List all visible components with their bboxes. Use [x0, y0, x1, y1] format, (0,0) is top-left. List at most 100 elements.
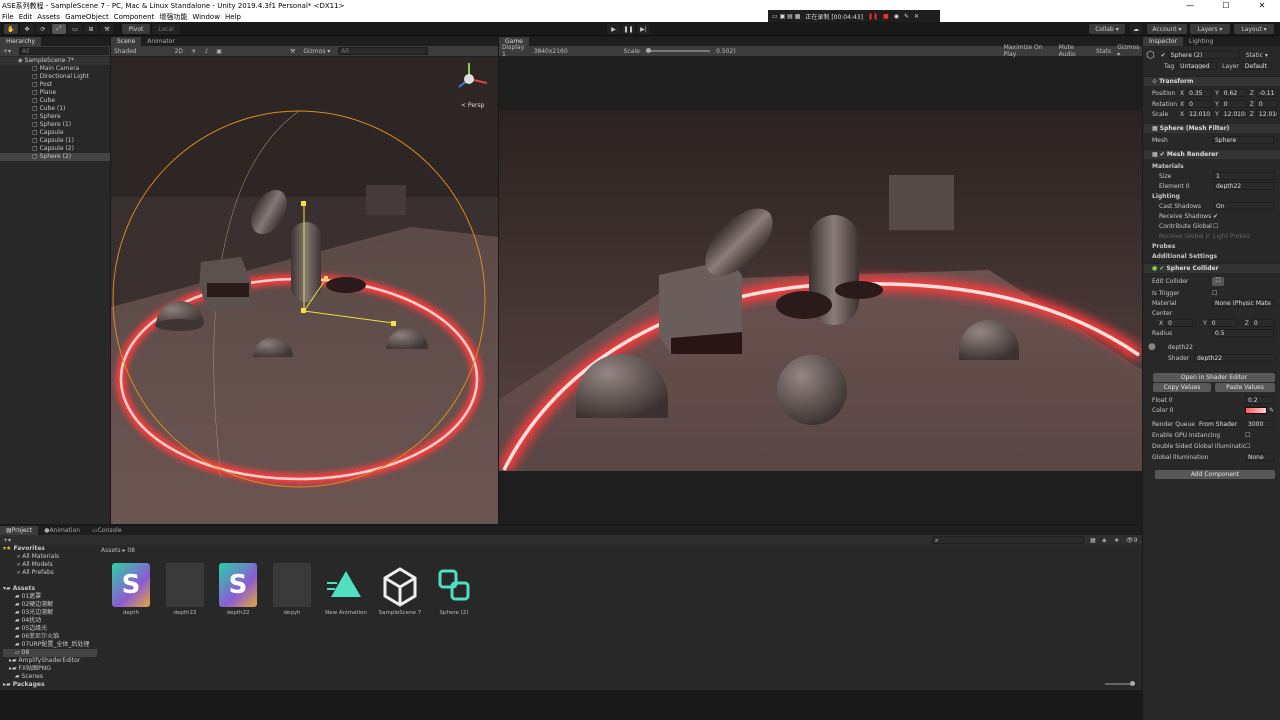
folder-item[interactable]: ▸▰ AmplifyShaderEditor	[3, 657, 97, 665]
persp-label[interactable]: < Persp	[461, 102, 484, 109]
cast-shadows-dropdown[interactable]: On	[1213, 202, 1275, 210]
icon-size-slider[interactable]	[1105, 681, 1135, 686]
maximize-on-play[interactable]: Maximize On Play	[1004, 44, 1053, 58]
center-x[interactable]: 0	[1165, 319, 1194, 327]
pos-z[interactable]: -0.11	[1255, 89, 1278, 97]
rotate-tool-icon[interactable]: ⟳	[36, 24, 50, 34]
mesh-filter-header[interactable]: ▦ Sphere (Mesh Filter)	[1144, 123, 1280, 133]
contribute-gi-checkbox[interactable]: ☐	[1213, 223, 1218, 230]
tab-inspector[interactable]: Inspector	[1143, 37, 1183, 46]
folder-item[interactable]: ▰ 06菲尼尔火焰	[3, 633, 97, 641]
mute-audio[interactable]: Mute Audio	[1059, 44, 1090, 58]
filter-type-icon[interactable]: ▦	[1090, 537, 1096, 544]
menu-help[interactable]: Help	[225, 13, 241, 21]
hierarchy-item[interactable]: ▢ Plane	[0, 89, 110, 97]
pos-x[interactable]: 0.35	[1186, 89, 1213, 97]
scale-tool-icon[interactable]: ⤢	[52, 24, 66, 34]
step-button[interactable]: ▶|	[637, 24, 650, 34]
active-checkbox[interactable]: ✔	[1161, 52, 1166, 59]
folder-item[interactable]: ▰ 03光边溶解	[3, 609, 97, 617]
folder-item[interactable]: ▰ 02硬边溶解	[3, 601, 97, 609]
folder-item[interactable]: ▰ Scenes	[3, 673, 97, 681]
shading-dropdown[interactable]: Shaded	[114, 48, 137, 55]
hierarchy-item[interactable]: ▢ Sphere (1)	[0, 121, 110, 129]
camera-icon[interactable]: ◉	[894, 13, 899, 20]
folder-item[interactable]: ▰ 05边缘光	[3, 625, 97, 633]
2d-toggle[interactable]: 2D	[175, 48, 183, 55]
effects-icon[interactable]: ▣	[216, 48, 222, 55]
hierarchy-item[interactable]: ▢ Capsule	[0, 129, 110, 137]
pivot-toggle[interactable]: Pivot	[122, 24, 150, 34]
scene-root[interactable]: ◈ SampleScene 7*	[0, 57, 110, 65]
folder-item[interactable]: ▰ 07URP配置_全体_后处理	[3, 641, 97, 649]
asset-sphere2-prefab[interactable]: Sphere (2)	[429, 563, 479, 616]
play-button[interactable]: ▶	[607, 24, 620, 34]
mesh-renderer-header[interactable]: ▦ ✔ Mesh Renderer	[1144, 149, 1280, 159]
copy-values-button[interactable]: Copy Values	[1153, 383, 1211, 392]
add-icon[interactable]: +▾	[3, 48, 11, 55]
center-y[interactable]: 0	[1208, 319, 1237, 327]
menu-window[interactable]: Window	[192, 13, 220, 21]
favorite-item[interactable]: ⌕ All Prefabs	[3, 569, 97, 577]
color0-swatch[interactable]	[1245, 406, 1267, 414]
hierarchy-item[interactable]: ▢ Main Camera	[0, 65, 110, 73]
minimize-button[interactable]: —	[1172, 0, 1208, 11]
breadcrumb-08[interactable]: 08	[127, 547, 135, 554]
gi-dropdown[interactable]: None	[1245, 453, 1275, 461]
scene-gizmos-dropdown[interactable]: Gizmos ▾	[303, 48, 330, 55]
physic-material-field[interactable]: None (Physic Mate	[1212, 299, 1274, 307]
radius-field[interactable]: 0.5	[1212, 329, 1274, 337]
breadcrumb-assets[interactable]: Assets	[101, 547, 121, 554]
pen-icon[interactable]: ✎	[904, 13, 909, 20]
hierarchy-item[interactable]: ▢ Cube	[0, 97, 110, 105]
probes-foldout[interactable]: Probes	[1152, 241, 1175, 251]
asset-depth22-shader[interactable]: S depth22	[213, 563, 263, 616]
hierarchy-item-selected[interactable]: ▢ Sphere (2)	[0, 153, 110, 161]
tab-project[interactable]: ▤ Project	[0, 526, 39, 535]
packages-foldout[interactable]: ▸▰ Packages	[3, 681, 97, 689]
layers-dropdown[interactable]: Layers ▾	[1190, 24, 1230, 34]
scale-x[interactable]: 12.010:	[1186, 110, 1213, 118]
hierarchy-item[interactable]: ▢ Cube (1)	[0, 105, 110, 113]
hierarchy-item[interactable]: ▢ Directional Light	[0, 73, 110, 81]
open-shader-editor-button[interactable]: Open in Shader Editor	[1153, 373, 1275, 382]
hierarchy-item[interactable]: ▢ Sphere	[0, 113, 110, 121]
maximize-button[interactable]: ☐	[1208, 0, 1244, 11]
display-dropdown[interactable]: Display 1	[502, 44, 528, 58]
gpu-instancing-checkbox[interactable]: ☐	[1245, 432, 1250, 439]
hierarchy-item[interactable]: ▢ Post	[0, 81, 110, 89]
rot-x[interactable]: 0	[1186, 100, 1213, 108]
scene-search[interactable]: All	[338, 47, 429, 55]
add-component-button[interactable]: Add Component	[1155, 470, 1275, 479]
sphere-collider-header[interactable]: ● ✔ Sphere Collider	[1144, 263, 1280, 273]
scale-y[interactable]: 12.010:	[1220, 110, 1247, 118]
layer-dropdown[interactable]: Default	[1241, 62, 1272, 70]
folder-item[interactable]: ▰ 01遮罩	[3, 593, 97, 601]
tag-dropdown[interactable]: Untagged	[1177, 62, 1218, 70]
assets-foldout[interactable]: ▾▰ Assets	[3, 585, 97, 593]
menu-component[interactable]: Component	[114, 13, 155, 21]
hierarchy-item[interactable]: ▢ Capsule (1)	[0, 137, 110, 145]
account-dropdown[interactable]: Account ▾	[1147, 24, 1187, 34]
game-gizmos-dropdown[interactable]: Gizmos ▾	[1117, 44, 1142, 58]
hierarchy-item[interactable]: ▢ Capsule (2)	[0, 145, 110, 153]
tools-icon[interactable]: ⚒	[290, 48, 295, 55]
capsule-object[interactable]	[291, 222, 321, 302]
tab-animation[interactable]: ● Animation	[38, 526, 86, 535]
stats-toggle[interactable]: Stats	[1096, 48, 1111, 55]
create-icon[interactable]: +▾	[3, 537, 11, 544]
game-cube-floating[interactable]	[889, 175, 954, 230]
favorite-item[interactable]: ⌕ All Materials	[3, 553, 97, 561]
receive-shadows-checkbox[interactable]: ✔	[1213, 213, 1218, 220]
audio-toggle-icon[interactable]: ♪	[204, 48, 208, 55]
receive-gi-dropdown[interactable]: Light Probes	[1213, 233, 1250, 240]
tab-scene[interactable]: Scene	[111, 37, 142, 46]
menu-assets[interactable]: Assets	[37, 13, 60, 21]
resolution-dropdown[interactable]: 3840x2160	[534, 48, 568, 55]
project-search[interactable]: ⌕	[932, 536, 1084, 544]
rect-tool-icon[interactable]: ▭	[68, 24, 82, 34]
layout-icon[interactable]: ▭ ▣ ▤ ▦	[772, 13, 800, 20]
object-name-field[interactable]: Sphere (2)	[1167, 51, 1240, 59]
layout-dropdown[interactable]: Layout ▾	[1234, 24, 1274, 34]
tab-animator[interactable]: Animator	[141, 37, 181, 46]
